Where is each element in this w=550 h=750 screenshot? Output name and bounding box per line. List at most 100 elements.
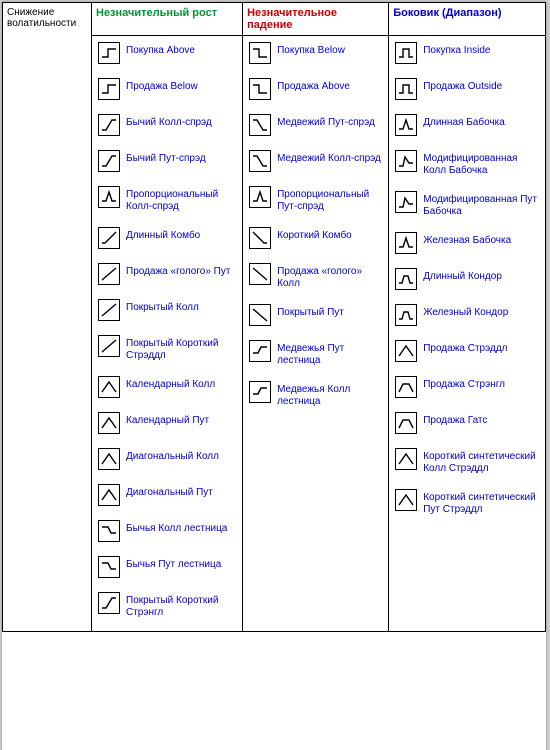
strategy-link[interactable]: Медвежья Колл лестница <box>277 381 386 408</box>
strategy-item: Бычий Колл-спрэд <box>94 110 240 146</box>
col-header-1: Незначительное падение <box>243 3 389 36</box>
spike-sk-icon <box>395 191 417 213</box>
pulse-icon <box>395 78 417 100</box>
strategy-link[interactable]: Железный Кондор <box>423 304 508 319</box>
strategy-item: Бычий Пут-спрэд <box>94 146 240 182</box>
strategy-item: Длинный Кондор <box>391 264 543 300</box>
spike-sk-icon <box>395 150 417 172</box>
strategy-link[interactable]: Календарный Пут <box>126 412 209 427</box>
strategy-item: Медвежий Пут-спрэд <box>245 110 386 146</box>
col-2-items: Покупка Inside Продажа Outside Длинная Баб… <box>389 36 546 632</box>
strategy-item: Модифицированная Пут Бабочка <box>391 187 543 228</box>
strategy-item: Пропорциональный Пут-спрэд <box>245 182 386 223</box>
ramp-up-icon <box>98 227 120 249</box>
strategy-link[interactable]: Пропорциональный Пут-спрэд <box>277 186 386 213</box>
strategy-link[interactable]: Покрытый Короткий Стрэнгл <box>126 592 240 619</box>
strategy-item: Модифицированная Колл Бабочка <box>391 146 543 187</box>
spike-up-icon <box>98 186 120 208</box>
strategy-item: Покупка Below <box>245 38 386 74</box>
strategy-link[interactable]: Длинный Кондор <box>423 268 502 283</box>
strategy-link[interactable]: Длинная Бабочка <box>423 114 505 129</box>
strategy-link[interactable]: Продажа Стрэнгл <box>423 376 505 391</box>
strategy-link[interactable]: Покрытый Короткий Стрэддл <box>126 335 240 362</box>
strategy-item: Продажа Стрэддл <box>391 336 543 372</box>
strategy-item: Медвежий Колл-спрэд <box>245 146 386 182</box>
strategy-item: Продажа «голого» Пут <box>94 259 240 295</box>
strategy-link[interactable]: Покупка Above <box>126 42 195 57</box>
col-header-2: Боковик (Диапазон) <box>389 3 546 36</box>
strategy-link[interactable]: Железная Бабочка <box>423 232 511 247</box>
col-0-items: Покупка Above Продажа Below Бычий Колл-спр… <box>92 36 243 632</box>
strategy-item: Покрытый Короткий Стрэддл <box>94 331 240 372</box>
strategy-item: Медвежья Пут лестница <box>245 336 386 377</box>
strategy-link[interactable]: Покрытый Пут <box>277 304 344 319</box>
strategy-item: Продажа Below <box>94 74 240 110</box>
strategy-item: Продажа Outside <box>391 74 543 110</box>
strategy-link[interactable]: Диагональный Колл <box>126 448 219 463</box>
strategy-link[interactable]: Покупка Below <box>277 42 345 57</box>
strategy-link[interactable]: Бычья Пут лестница <box>126 556 221 571</box>
strategy-link[interactable]: Медвежий Колл-спрэд <box>277 150 381 165</box>
header-row: Снижение волатильности Незначительный ро… <box>3 3 546 36</box>
strategy-item: Покупка Inside <box>391 38 543 74</box>
strategy-item: Календарный Колл <box>94 372 240 408</box>
strategy-item: Продажа «голого» Колл <box>245 259 386 300</box>
step-up-icon <box>98 78 120 100</box>
col-header-0: Незначительный рост <box>92 3 243 36</box>
strategy-item: Продажа Above <box>245 74 386 110</box>
strategy-link[interactable]: Бычий Пут-спрэд <box>126 150 206 165</box>
strategy-link[interactable]: Календарный Колл <box>126 376 215 391</box>
s-up-icon <box>98 150 120 172</box>
spike-up-icon <box>249 186 271 208</box>
strategy-item: Покупка Above <box>94 38 240 74</box>
strategy-link[interactable]: Продажа Above <box>277 78 350 93</box>
strategy-link[interactable]: Бычья Колл лестница <box>126 520 227 535</box>
strategy-item: Короткий синтетический Пут Стрэддл <box>391 485 543 526</box>
strategy-item: Длинный Комбо <box>94 223 240 259</box>
hat-icon <box>395 489 417 511</box>
strategy-link[interactable]: Медвежий Пут-спрэд <box>277 114 375 129</box>
strategy-item: Короткий Комбо <box>245 223 386 259</box>
page: Снижение волатильности Незначительный ро… <box>2 2 546 750</box>
plateau-icon <box>395 412 417 434</box>
strategy-link[interactable]: Покрытый Колл <box>126 299 199 314</box>
strategy-item: Покрытый Колл <box>94 295 240 331</box>
line-up-icon <box>98 335 120 357</box>
hat-icon <box>98 376 120 398</box>
mesa-icon <box>395 304 417 326</box>
strategy-item: Длинная Бабочка <box>391 110 543 146</box>
strategy-item: Диагональный Пут <box>94 480 240 516</box>
strategy-link[interactable]: Модифицированная Колл Бабочка <box>423 150 543 177</box>
hat-icon <box>395 448 417 470</box>
strategy-link[interactable]: Бычий Колл-спрэд <box>126 114 212 129</box>
strategy-link[interactable]: Модифицированная Пут Бабочка <box>423 191 543 218</box>
strategy-link[interactable]: Длинный Комбо <box>126 227 200 242</box>
strategy-link[interactable]: Короткий Комбо <box>277 227 352 242</box>
strategy-link[interactable]: Продажа Below <box>126 78 198 93</box>
strategy-link[interactable]: Продажа Outside <box>423 78 502 93</box>
step-down-icon <box>249 78 271 100</box>
strategy-link[interactable]: Продажа Стрэддл <box>423 340 507 355</box>
spike-up-icon <box>395 114 417 136</box>
hat-icon <box>98 448 120 470</box>
strategy-link[interactable]: Медвежья Пут лестница <box>277 340 386 367</box>
col-1-items: Покупка Below Продажа Above Медвежий Пут-с… <box>243 36 389 632</box>
hat-down-icon <box>98 520 120 542</box>
hat-icon <box>395 340 417 362</box>
strategy-item: Пропорциональный Колл-спрэд <box>94 182 240 223</box>
strategy-link[interactable]: Короткий синтетический Пут Стрэддл <box>423 489 543 516</box>
strategy-link[interactable]: Диагональный Пут <box>126 484 213 499</box>
s-up-icon <box>98 114 120 136</box>
strategy-item: Покрытый Пут <box>245 300 386 336</box>
pulse-icon <box>395 42 417 64</box>
content-wrap: Снижение волатильности Незначительный ро… <box>2 2 546 632</box>
strategy-link[interactable]: Покупка Inside <box>423 42 490 57</box>
s-up-icon <box>98 592 120 614</box>
strategy-link[interactable]: Продажа «голого» Пут <box>126 263 230 278</box>
strategy-link[interactable]: Продажа Гатс <box>423 412 487 427</box>
strategy-link[interactable]: Короткий синтетический Колл Стрэддл <box>423 448 543 475</box>
strategy-link[interactable]: Пропорциональный Колл-спрэд <box>126 186 240 213</box>
strategy-item: Бычья Пут лестница <box>94 552 240 588</box>
strategy-link[interactable]: Продажа «голого» Колл <box>277 263 386 290</box>
plateau-icon <box>395 376 417 398</box>
